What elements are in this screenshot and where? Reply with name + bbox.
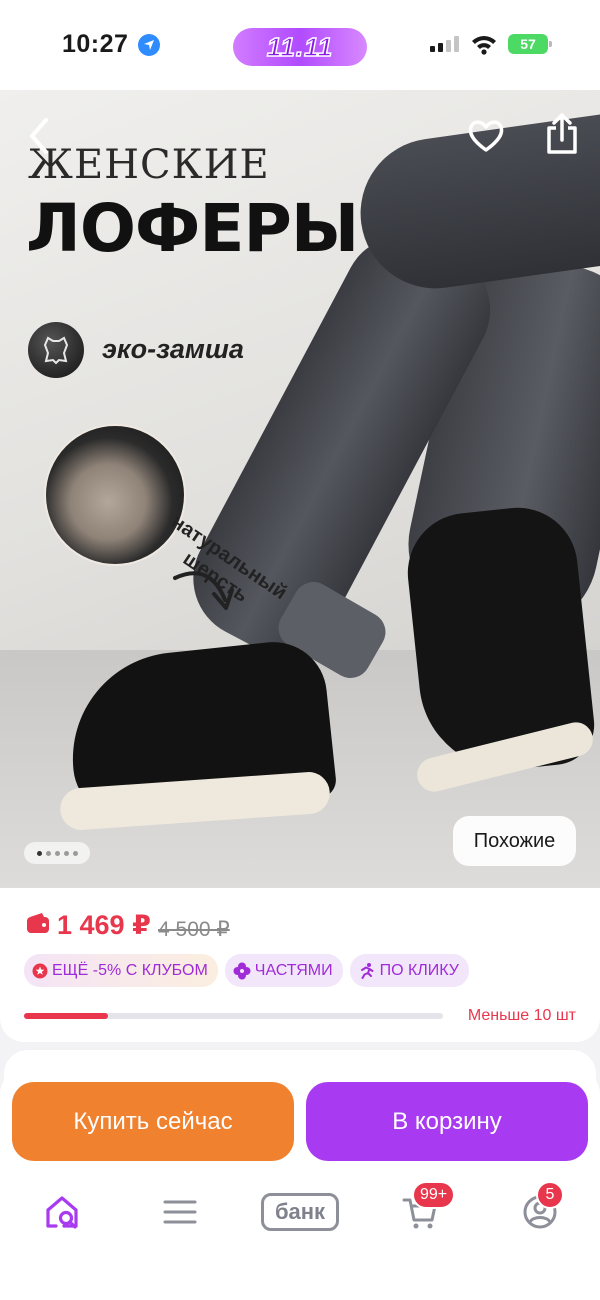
installments-label: ЧАСТЯМИ xyxy=(254,961,333,979)
cart-badge: 99+ xyxy=(412,1181,456,1209)
product-page: 10:27 11.11 57 ЖЕНСКИЕ ЛОФЕРЫ эко-замша … xyxy=(0,0,600,1300)
status-time: 10:27 xyxy=(62,30,129,58)
stock-progress-bar xyxy=(24,1013,443,1019)
carousel-dot xyxy=(72,850,78,856)
carousel-indicator xyxy=(24,842,90,864)
add-to-cart-button[interactable]: В корзину xyxy=(306,1082,588,1161)
one-click-chip[interactable]: ПО КЛИКУ xyxy=(349,954,469,987)
carousel-dot xyxy=(54,850,60,856)
tab-home[interactable] xyxy=(32,1182,92,1242)
carousel-dot xyxy=(63,850,69,856)
battery-level: 57 xyxy=(520,36,536,52)
one-click-label: ПО КЛИКУ xyxy=(379,961,459,979)
stock-label: Меньше 10 шт xyxy=(467,1007,576,1024)
installments-chip[interactable]: ЧАСТЯМИ xyxy=(224,954,343,987)
bank-label: банк xyxy=(261,1193,339,1231)
carousel-dot xyxy=(45,850,51,856)
cellular-signal-icon xyxy=(430,36,459,52)
tab-cart[interactable]: 99+ xyxy=(390,1181,456,1242)
back-arrow-icon[interactable] xyxy=(24,114,56,158)
tab-catalog[interactable] xyxy=(150,1182,210,1242)
menu-lines-icon xyxy=(163,1200,197,1224)
tab-profile[interactable]: 5 xyxy=(510,1181,570,1242)
favorite-heart-icon[interactable] xyxy=(466,116,506,156)
running-person-icon xyxy=(358,962,376,980)
hero-title-big: ЛОФЕРЫ xyxy=(26,190,359,267)
stock-progress-fill xyxy=(24,1013,108,1019)
battery-icon: 57 xyxy=(508,34,552,54)
tab-bank[interactable]: банк xyxy=(258,1182,342,1242)
location-arrow-icon xyxy=(138,34,160,56)
price-card: 1 469 ₽ 4 500 ₽ ЕЩЁ -5% С КЛУБОМ ЧАСТЯМИ… xyxy=(0,888,600,1042)
buy-now-button[interactable]: Купить сейчас xyxy=(12,1082,294,1161)
current-price: 1 469 ₽ xyxy=(57,910,151,940)
similar-button[interactable]: Похожие xyxy=(453,816,576,866)
hero-title-small: ЖЕНСКИЕ xyxy=(28,142,270,188)
bottom-action-panel: Купить сейчас В корзину банк 99+ 5 xyxy=(0,1070,600,1300)
promo-label: 11.11 xyxy=(266,31,334,63)
profile-badge: 5 xyxy=(536,1181,564,1209)
share-icon[interactable] xyxy=(544,112,580,156)
bottom-tab-bar: банк 99+ 5 xyxy=(0,1181,600,1242)
club-discount-chip[interactable]: ЕЩЁ -5% С КЛУБОМ xyxy=(24,954,218,987)
clover-icon xyxy=(233,962,251,980)
leather-icon xyxy=(28,322,84,378)
club-star-icon xyxy=(32,963,48,979)
promo-pill[interactable]: 11.11 xyxy=(233,28,367,66)
wifi-icon xyxy=(472,36,496,55)
wallet-icon xyxy=(27,913,49,933)
home-search-icon xyxy=(46,1196,78,1229)
carousel-dot xyxy=(36,850,42,856)
club-discount-label: ЕЩЁ -5% С КЛУБОМ xyxy=(52,961,208,979)
material-label: эко-замша xyxy=(102,334,244,364)
old-price: 4 500 ₽ xyxy=(158,918,230,941)
status-bar: 10:27 11.11 57 xyxy=(0,0,600,90)
promo-chips: ЕЩЁ -5% С КЛУБОМ ЧАСТЯМИ ПО КЛИКУ xyxy=(24,954,469,987)
curved-arrow-icon xyxy=(173,571,234,610)
product-image-carousel[interactable]: ЖЕНСКИЕ ЛОФЕРЫ эко-замша натуральный шер… xyxy=(0,90,600,890)
